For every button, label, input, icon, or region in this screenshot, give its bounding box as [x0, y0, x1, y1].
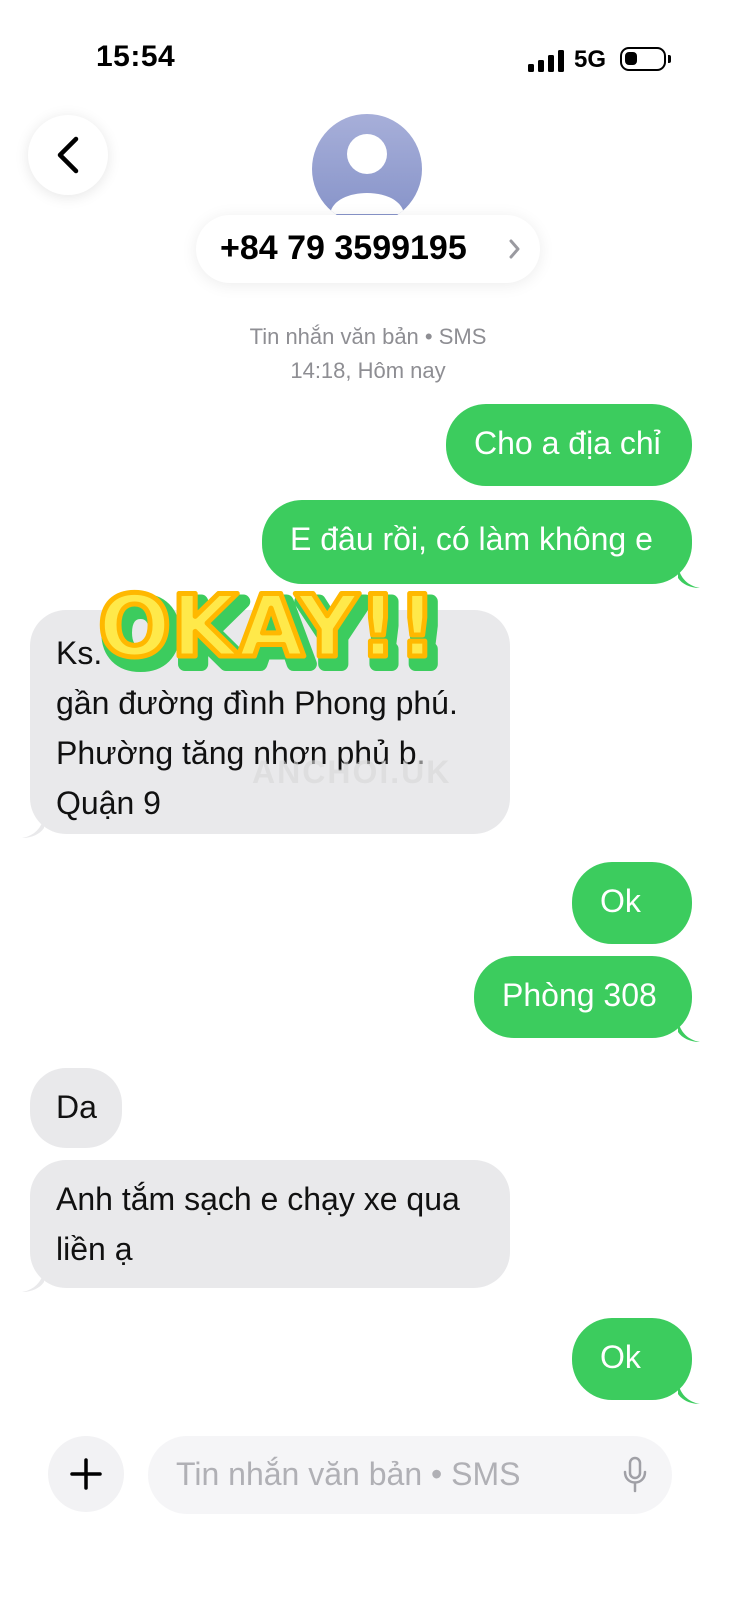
sent-message[interactable]: Phòng 308: [474, 956, 700, 1042]
plus-icon: [70, 1458, 102, 1490]
received-message[interactable]: Anh tắm sạch e chạy xe qua liền ạ: [22, 1160, 510, 1292]
chevron-left-icon: [57, 136, 79, 174]
cellular-signal-icon: [528, 50, 564, 72]
bubble-tail: [678, 1382, 700, 1404]
okay-sticker: OKAY!! OKAY!!: [96, 575, 450, 683]
message-line: liền ạ: [56, 1231, 133, 1267]
message-input-placeholder: Tin nhắn văn bản • SMS: [176, 1456, 521, 1492]
message-text: Phòng 308: [502, 977, 657, 1013]
message-text: Ok e: [600, 1339, 641, 1425]
message-text: Cho a địa chỉ: [474, 425, 661, 461]
message-line: Anh tắm sạch e chạy xe qua: [56, 1181, 460, 1217]
sent-message[interactable]: Cho a địa chỉ: [446, 404, 692, 486]
network-type: 5G: [574, 46, 607, 73]
bubble-tail: [22, 816, 44, 838]
back-button[interactable]: [28, 115, 108, 195]
bubble-tail: [678, 1020, 700, 1042]
person-icon: [330, 134, 404, 214]
message-text: Da: [56, 1089, 97, 1125]
bubble-tail: [678, 566, 700, 588]
contact-header-button[interactable]: +84 79 3599195: [196, 215, 540, 283]
microphone-icon[interactable]: [622, 1456, 648, 1494]
message-timestamp: 14:18, Hôm nay: [290, 358, 446, 383]
add-attachment-button[interactable]: [48, 1436, 124, 1512]
sent-message[interactable]: Ok e: [572, 862, 692, 969]
battery-icon: [620, 47, 671, 71]
sent-message[interactable]: Ok e: [572, 1318, 700, 1425]
message-type-label: Tin nhắn văn bản • SMS: [249, 324, 487, 349]
watermark: ANCHOI.UK: [252, 754, 452, 790]
message-input[interactable]: Tin nhắn văn bản • SMS: [148, 1436, 672, 1514]
chevron-right-icon: [509, 239, 520, 259]
status-time: 15:54: [96, 40, 176, 73]
message-text: E đâu rồi, có làm không e: [290, 521, 653, 557]
contact-number: +84 79 3599195: [220, 229, 467, 267]
received-message[interactable]: Da: [30, 1068, 122, 1148]
contact-avatar[interactable]: [312, 114, 422, 224]
bubble-tail: [22, 1270, 44, 1292]
sticker-text: OKAY!!: [98, 577, 437, 677]
message-line: gần đường đình Phong phú.: [56, 685, 458, 721]
